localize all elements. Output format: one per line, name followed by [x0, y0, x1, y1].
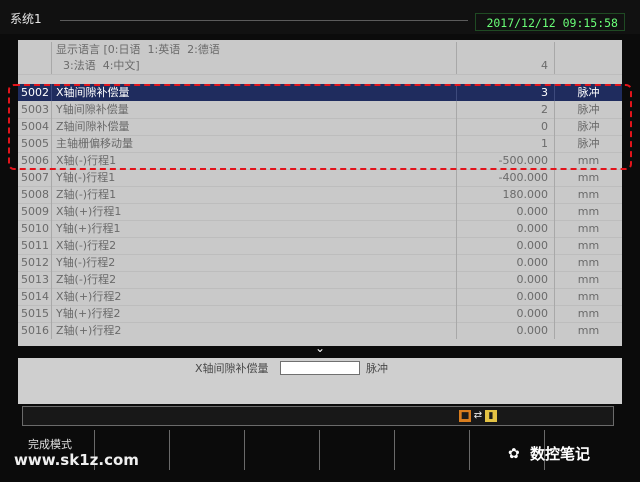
- param-name: X轴(+)行程2: [52, 288, 457, 305]
- param-number: 5009: [18, 203, 52, 220]
- status-icon: ▮: [485, 410, 497, 422]
- param-unit: mm: [577, 205, 600, 218]
- param-unit: mm: [577, 290, 600, 303]
- highlight-annotation-box: [8, 84, 632, 170]
- param-number: 5010: [18, 220, 52, 237]
- param-number: 5008: [18, 186, 52, 203]
- param-value: 0.000: [457, 271, 555, 288]
- param-name: X轴(+)行程1: [52, 203, 457, 220]
- param-number: 5013: [18, 271, 52, 288]
- param-value: 0.000: [457, 203, 555, 220]
- param-name: 显示语言 [0:日语 1:英语 2:德语 3:法语 4:中文]: [52, 42, 457, 74]
- param-name: Y轴(-)行程1: [52, 169, 457, 186]
- param-value: 0.000: [457, 254, 555, 271]
- param-unit: mm: [577, 307, 600, 320]
- status-bar: [22, 406, 614, 426]
- table-row[interactable]: 5016 Z轴(+)行程2 0.000 mm: [18, 322, 622, 339]
- param-unit: mm: [577, 188, 600, 201]
- param-number: 5011: [18, 237, 52, 254]
- param-value: 0.000: [457, 220, 555, 237]
- param-value: 0.000: [457, 322, 555, 339]
- softkey-6[interactable]: [395, 430, 470, 470]
- param-number: 5015: [18, 305, 52, 322]
- link-icon: ⇄: [473, 410, 483, 421]
- param-name: X轴(-)行程2: [52, 237, 457, 254]
- softkey-4[interactable]: [245, 430, 320, 470]
- table-row[interactable]: 5009 X轴(+)行程1 0.000 mm: [18, 203, 622, 221]
- table-row[interactable]: 5008 Z轴(-)行程1 180.000 mm: [18, 186, 622, 204]
- table-row[interactable]: 5014 X轴(+)行程2 0.000 mm: [18, 288, 622, 306]
- param-name: Z轴(-)行程2: [52, 271, 457, 288]
- param-number: 5014: [18, 288, 52, 305]
- param-name: Z轴(-)行程1: [52, 186, 457, 203]
- param-unit: mm: [577, 324, 600, 337]
- table-row[interactable]: 5013 Z轴(-)行程2 0.000 mm: [18, 271, 622, 289]
- param-number: [18, 42, 52, 74]
- param-unit: mm: [577, 171, 600, 184]
- param-number: 5007: [18, 169, 52, 186]
- title-divider: [60, 20, 468, 21]
- param-value: 180.000: [457, 186, 555, 203]
- param-number: 5012: [18, 254, 52, 271]
- value-input[interactable]: [280, 361, 360, 375]
- table-row[interactable]: 5015 Y轴(+)行程2 0.000 mm: [18, 305, 622, 323]
- param-number: 5016: [18, 322, 52, 339]
- table-row[interactable]: 显示语言 [0:日语 1:英语 2:德语 3:法语 4:中文] 4: [18, 42, 622, 75]
- param-name: Y轴(-)行程2: [52, 254, 457, 271]
- param-unit: mm: [577, 256, 600, 269]
- system-title: 系统1: [10, 12, 42, 26]
- watermark-url: www.sk1z.com: [14, 451, 139, 469]
- param-value: 0.000: [457, 305, 555, 322]
- param-value: 0.000: [457, 288, 555, 305]
- chevron-down-icon[interactable]: ⌄: [312, 342, 328, 354]
- table-row[interactable]: 5010 Y轴(+)行程1 0.000 mm: [18, 220, 622, 238]
- status-icon: ■: [459, 410, 471, 422]
- table-row[interactable]: 5012 Y轴(-)行程2 0.000 mm: [18, 254, 622, 272]
- param-value: 0.000: [457, 237, 555, 254]
- param-name: Y轴(+)行程2: [52, 305, 457, 322]
- param-unit: mm: [577, 222, 600, 235]
- table-row[interactable]: 5011 X轴(-)行程2 0.000 mm: [18, 237, 622, 255]
- title-bar: 系统1 2017/12/12 09:15:58: [0, 0, 640, 34]
- datetime-display: 2017/12/12 09:15:58: [475, 13, 625, 31]
- watermark-brand: 数控笔记: [530, 445, 591, 463]
- param-unit: mm: [577, 239, 600, 252]
- edit-label: X轴间隙补偿量: [195, 362, 269, 375]
- param-name: Y轴(+)行程1: [52, 220, 457, 237]
- wechat-logo-icon: ✿: [508, 446, 520, 462]
- param-name: Z轴(+)行程2: [52, 322, 457, 339]
- edit-unit: 脉冲: [366, 362, 388, 375]
- table-row[interactable]: 5007 Y轴(-)行程1 -400.000 mm: [18, 169, 622, 187]
- param-unit: mm: [577, 273, 600, 286]
- softkey-5[interactable]: [320, 430, 395, 470]
- param-value: -400.000: [457, 169, 555, 186]
- softkey-3[interactable]: [170, 430, 245, 470]
- param-unit: [555, 42, 622, 74]
- param-value: 4: [457, 42, 555, 74]
